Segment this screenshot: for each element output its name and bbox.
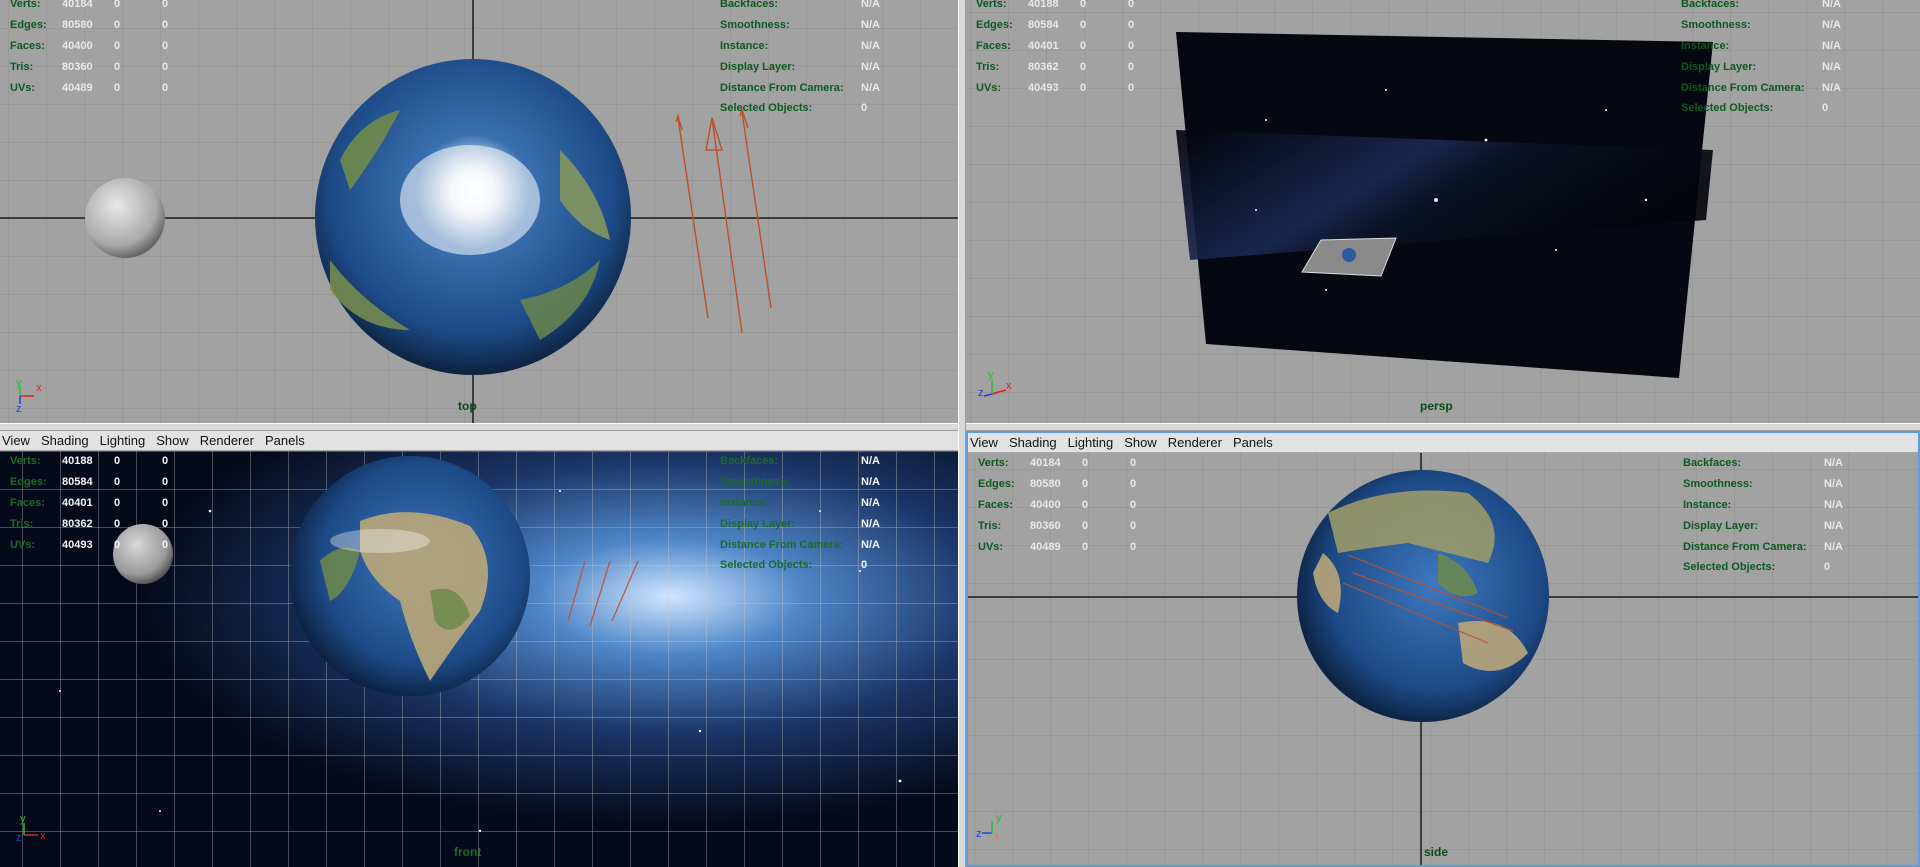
menu-panels[interactable]: Panels xyxy=(1229,435,1280,450)
viewport-front[interactable]: View Shading Lighting Show Renderer Pane… xyxy=(0,431,958,867)
camera-label: side xyxy=(1424,845,1449,859)
hud-poly-count: Verts: 40184 0 0 Edges: 80580 0 0 Faces: 40400 0… xyxy=(10,0,169,94)
axis-gizmo-icon: y x z xyxy=(978,369,1012,399)
panel-menubar: View Shading Lighting Show Renderer Pane… xyxy=(968,433,1918,453)
viewport-top[interactable]: Verts: 40184 0 0 Edges: 80580 0 0 Faces: 40400 0… xyxy=(0,0,958,423)
svg-text:z: z xyxy=(16,832,22,844)
hud-object-details: Backfaces: N/A Smoothness: N/A Instance: N/… xyxy=(1683,457,1843,574)
earth-sphere-top xyxy=(315,59,631,375)
svg-text:z: z xyxy=(978,387,984,399)
camera-label: persp xyxy=(1420,399,1453,413)
axis-gizmo-icon: y x z xyxy=(16,813,46,844)
camera-label: front xyxy=(454,845,482,859)
menu-panels[interactable]: Panels xyxy=(261,433,312,448)
menu-lighting[interactable]: Lighting xyxy=(96,433,153,448)
axis-gizmo-icon: y x z xyxy=(16,377,42,414)
hud-object-details: Backfaces: N/A Smoothness: N/A Instance: N/… xyxy=(1681,0,1841,115)
earth-sphere-side xyxy=(1297,470,1549,722)
hud-poly-count: Verts: 40188 0 0 Edges: 80584 0 0 Faces: 40401 0… xyxy=(976,0,1135,94)
menu-shading[interactable]: Shading xyxy=(37,433,96,448)
hud-object-details: Backfaces: N/A Smoothness: N/A Instance: N/… xyxy=(720,455,880,572)
svg-text:y: y xyxy=(20,813,26,825)
panel-menubar: View Shading Lighting Show Renderer Pane… xyxy=(0,431,958,451)
viewport-persp[interactable]: Verts: 40188 0 0 Edges: 80584 0 0 Faces: 40401 0… xyxy=(966,0,1920,423)
svg-text:x: x xyxy=(36,382,42,394)
menu-renderer[interactable]: Renderer xyxy=(196,433,261,448)
menu-show[interactable]: Show xyxy=(152,433,196,448)
axis-gizmo-icon: y z x xyxy=(976,812,1002,842)
svg-text:x: x xyxy=(1006,380,1012,392)
svg-text:y: y xyxy=(988,369,994,381)
menu-shading[interactable]: Shading xyxy=(1005,435,1064,450)
svg-text:y: y xyxy=(16,377,22,389)
maya-four-view-layout: Verts: 40184 0 0 Edges: 80580 0 0 Faces: 40400 0… xyxy=(0,0,1920,867)
svg-text:z: z xyxy=(976,828,982,840)
svg-text:y: y xyxy=(996,812,1002,824)
menu-renderer[interactable]: Renderer xyxy=(1164,435,1229,450)
menu-view[interactable]: View xyxy=(2,433,37,448)
camera-label: top xyxy=(458,399,477,413)
hud-object-details: Backfaces: N/A Smoothness: N/A Instance: N/… xyxy=(720,0,880,115)
hud-poly-count: Verts: 40188 0 0 Edges: 80584 0 0 Faces: 40401 0… xyxy=(10,455,169,551)
menu-show[interactable]: Show xyxy=(1120,435,1164,450)
svg-text:x: x xyxy=(994,830,1000,842)
pane-splitter-vertical[interactable] xyxy=(958,0,966,867)
earth-sphere-front xyxy=(290,456,530,696)
svg-text:z: z xyxy=(16,403,22,414)
viewport-side[interactable]: View Shading Lighting Show Renderer Pane… xyxy=(966,431,1920,867)
hud-poly-count: Verts: 40184 0 0 Edges: 80580 0 0 Faces: 40400 0… xyxy=(978,457,1137,553)
moon-sphere xyxy=(85,178,165,258)
svg-text:x: x xyxy=(40,830,46,842)
menu-lighting[interactable]: Lighting xyxy=(1064,435,1121,450)
menu-view[interactable]: View xyxy=(970,435,1005,450)
